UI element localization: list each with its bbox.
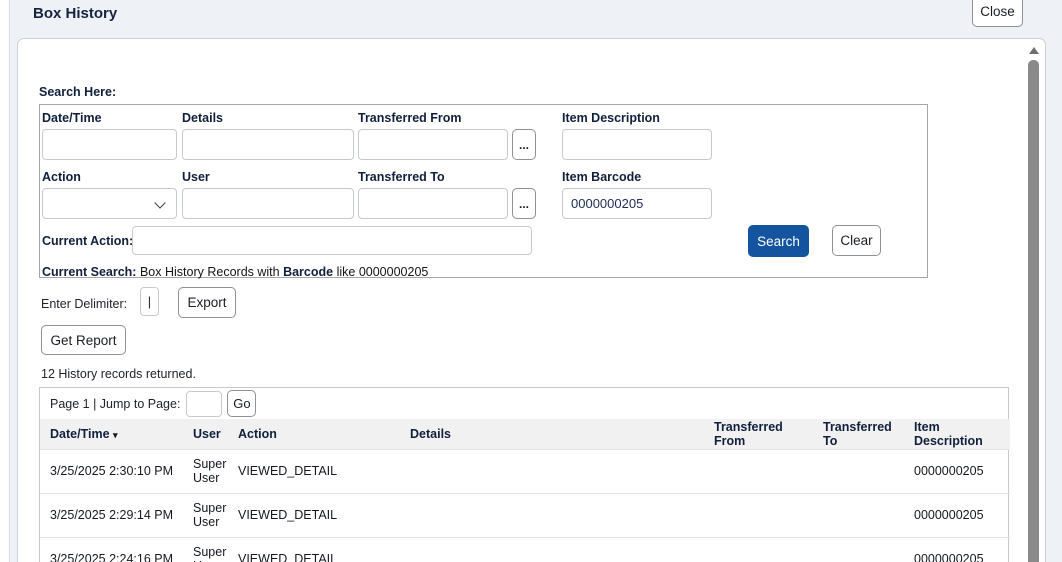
transferred-to-label: Transferred To <box>358 170 445 184</box>
table-row[interactable]: 3/25/2025 2:24:16 PM Super User VIEWED_D… <box>40 537 1010 562</box>
current-search-text: Current Search: Box History Records with… <box>42 265 428 279</box>
table-row[interactable]: 3/25/2025 2:29:14 PM Super User VIEWED_D… <box>40 493 1010 537</box>
pagination-text: Page 1 | Jump to Page: <box>50 397 180 411</box>
header-details[interactable]: Details <box>406 419 710 449</box>
cell-datetime: 3/25/2025 2:29:14 PM <box>40 493 189 537</box>
cell-transferred-from <box>710 449 819 493</box>
header-datetime[interactable]: Date/Time ▾ <box>40 419 189 449</box>
cell-item-description: 0000000205 <box>910 537 1010 562</box>
page-title: Box History <box>33 5 117 22</box>
export-button[interactable]: Export <box>178 287 236 318</box>
transferred-to-browse-button[interactable]: ... <box>512 188 536 219</box>
current-search-suffix: like 0000000205 <box>337 265 429 279</box>
results-table-container: Page 1 | Jump to Page: Go Date/Time ▾ Us… <box>39 387 1009 562</box>
close-button[interactable]: Close <box>972 0 1023 27</box>
cell-item-description: 0000000205 <box>910 493 1010 537</box>
cell-user: Super User <box>189 449 234 493</box>
vertical-scrollbar[interactable] <box>1028 43 1040 562</box>
table-header-row: Date/Time ▾ User Action Details Transfer… <box>40 419 1010 449</box>
sort-desc-icon: ▾ <box>113 430 118 440</box>
cell-action: VIEWED_DETAIL <box>234 449 406 493</box>
current-search-field: Barcode <box>283 265 333 279</box>
history-table: Date/Time ▾ User Action Details Transfer… <box>40 419 1010 562</box>
action-label: Action <box>42 170 81 184</box>
cell-details <box>406 449 710 493</box>
cell-transferred-from <box>710 537 819 562</box>
delimiter-input[interactable] <box>140 287 159 316</box>
transferred-to-input[interactable] <box>358 188 508 219</box>
table-row[interactable]: 3/25/2025 2:30:10 PM Super User VIEWED_D… <box>40 449 1010 493</box>
item-barcode-label: Item Barcode <box>562 170 641 184</box>
go-button[interactable]: Go <box>227 390 256 417</box>
cell-datetime: 3/25/2025 2:24:16 PM <box>40 537 189 562</box>
search-form: Date/Time Details Transferred From Item … <box>39 104 928 278</box>
transferred-from-browse-button[interactable]: ... <box>512 129 536 160</box>
search-heading: Search Here: <box>39 85 116 99</box>
cell-user: Super User <box>189 537 234 562</box>
item-description-label: Item Description <box>562 111 660 125</box>
user-input[interactable] <box>182 188 354 219</box>
search-button[interactable]: Search <box>748 225 809 257</box>
records-summary: 12 History records returned. <box>41 367 196 381</box>
scrollbar-thumb[interactable] <box>1028 60 1039 562</box>
current-search-prefix: Box History Records with <box>140 265 280 279</box>
current-action-input[interactable] <box>132 226 532 255</box>
current-search-label: Current Search: <box>42 265 136 279</box>
details-input[interactable] <box>182 129 354 160</box>
cell-transferred-to <box>819 537 910 562</box>
header-transferred-to[interactable]: Transferred To <box>819 419 910 449</box>
cell-details <box>406 537 710 562</box>
transferred-from-input[interactable] <box>358 129 508 160</box>
cell-transferred-from <box>710 493 819 537</box>
details-label: Details <box>182 111 223 125</box>
cell-details <box>406 493 710 537</box>
action-select[interactable] <box>42 188 177 219</box>
clear-button[interactable]: Clear <box>832 225 881 256</box>
transferred-from-label: Transferred From <box>358 111 462 125</box>
header-user[interactable]: User <box>189 419 234 449</box>
chevron-down-icon <box>154 197 165 208</box>
cell-user: Super User <box>189 493 234 537</box>
user-label: User <box>182 170 210 184</box>
get-report-button[interactable]: Get Report <box>41 325 126 355</box>
current-action-label: Current Action: <box>42 234 133 248</box>
header-transferred-from[interactable]: Transferred From <box>710 419 819 449</box>
cell-action: VIEWED_DETAIL <box>234 537 406 562</box>
item-description-input[interactable] <box>562 129 712 160</box>
cell-datetime: 3/25/2025 2:30:10 PM <box>40 449 189 493</box>
header-action[interactable]: Action <box>234 419 406 449</box>
header-item-description[interactable]: Item Description <box>910 419 1010 449</box>
cell-transferred-to <box>819 493 910 537</box>
box-history-panel: Search Here: Date/Time Details Transferr… <box>17 38 1046 562</box>
cell-item-description: 0000000205 <box>910 449 1010 493</box>
pagination-bar: Page 1 | Jump to Page: Go <box>40 388 1008 419</box>
datetime-label: Date/Time <box>42 111 102 125</box>
page-left-edge <box>0 0 10 562</box>
cell-action: VIEWED_DETAIL <box>234 493 406 537</box>
item-barcode-input[interactable] <box>562 188 712 219</box>
delimiter-label: Enter Delimiter: <box>41 297 127 311</box>
datetime-input[interactable] <box>42 129 177 160</box>
jump-to-page-input[interactable] <box>186 391 222 417</box>
scroll-up-icon[interactable] <box>1029 47 1039 54</box>
cell-transferred-to <box>819 449 910 493</box>
